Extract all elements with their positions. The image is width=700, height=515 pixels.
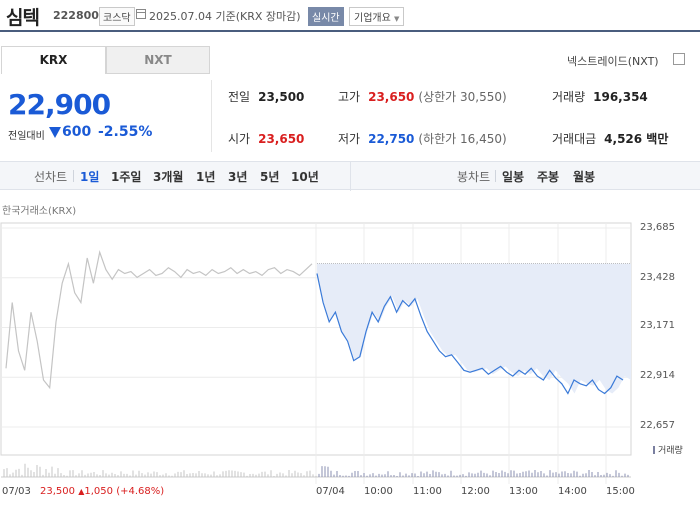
period-1y[interactable]: 1년	[196, 168, 215, 185]
change-value: 600	[62, 124, 92, 140]
prev-day-rate: (+4.68%)	[116, 486, 165, 497]
x-tick-label: 12:00	[461, 486, 490, 497]
prev-day-summary: 07/03 23,500 ▲1,050 (+4.68%)	[2, 486, 164, 497]
stock-name: 심텍	[6, 7, 40, 29]
period-1d[interactable]: 1일	[80, 168, 99, 185]
period-10y[interactable]: 10년	[291, 168, 319, 185]
stat-volume-label: 거래량	[552, 90, 586, 104]
y-tick-label: 22,657	[640, 420, 675, 431]
prev-day-change: 1,050	[84, 486, 113, 497]
stat-high: 고가 23,650 (상한가 30,550)	[338, 88, 507, 105]
x-tick-label: 07/04	[316, 486, 345, 497]
x-tick-label: 11:00	[413, 486, 442, 497]
prev-day-date: 07/03	[2, 486, 31, 497]
nextrade-checkbox[interactable]	[673, 53, 685, 65]
chevron-down-icon: ▼	[394, 15, 400, 23]
stock-header: 심텍 222800 코스닥 2025.07.04 기준(KRX 장마감) 실시간…	[0, 0, 700, 32]
company-info-dropdown[interactable]: 기업개요 ▼	[349, 7, 405, 26]
divider	[211, 80, 212, 152]
stat-low-label: 저가	[338, 132, 361, 146]
stat-upper-limit: (상한가 30,550)	[418, 90, 507, 104]
stat-open: 시가 23,650	[228, 130, 304, 147]
x-tick-label: 10:00	[364, 486, 393, 497]
tab-nxt[interactable]: NXT	[106, 46, 210, 74]
y-tick-label: 22,914	[640, 370, 675, 381]
period-toolbar: 선차트 1일 1주일 3개월 1년 3년 5년 10년 봉차트 일봉 주봉 월봉	[0, 161, 700, 191]
stat-high-value: 23,650	[368, 90, 415, 104]
stat-prev: 전일 23,500	[228, 88, 304, 105]
calendar-icon	[136, 9, 146, 19]
x-tick-label: 15:00	[606, 486, 635, 497]
separator	[73, 170, 74, 182]
y-tick-label: 23,171	[640, 320, 675, 331]
period-3m[interactable]: 3개월	[153, 168, 183, 185]
candle-weekly[interactable]: 주봉	[537, 168, 559, 185]
candle-monthly[interactable]: 월봉	[573, 168, 595, 185]
candle-chart-label[interactable]: 봉차트	[457, 168, 490, 185]
candle-daily[interactable]: 일봉	[502, 168, 524, 185]
chart-source: 한국거래소(KRX)	[2, 206, 77, 217]
stat-prev-label: 전일	[228, 90, 251, 104]
stock-code: 222800	[53, 9, 99, 22]
down-arrow-icon	[49, 127, 61, 138]
tab-krx[interactable]: KRX	[1, 46, 106, 74]
company-info-label: 기업개요	[354, 13, 391, 24]
base-date: 2025.07.04 기준(KRX 장마감)	[149, 10, 301, 23]
period-1w[interactable]: 1주일	[111, 168, 141, 185]
line-chart-label[interactable]: 선차트	[34, 168, 67, 185]
toolbar-divider	[350, 162, 351, 191]
volume-legend: 거래량	[653, 443, 683, 456]
stat-low-value: 22,750	[368, 132, 415, 146]
stat-open-value: 23,650	[258, 132, 305, 146]
period-5y[interactable]: 5년	[260, 168, 279, 185]
stat-high-label: 고가	[338, 90, 361, 104]
y-tick-label: 23,428	[640, 272, 675, 283]
separator	[495, 170, 496, 182]
stat-value: 거래대금 4,526 백만	[552, 130, 668, 147]
current-price: 22,900	[8, 88, 111, 121]
stat-low: 저가 22,750 (하한가 16,450)	[338, 130, 507, 147]
series-prev-day	[5, 249, 313, 390]
price-chart	[0, 222, 632, 484]
stat-volume-value: 196,354	[593, 90, 648, 104]
stat-prev-value: 23,500	[258, 90, 305, 104]
change-label: 전일대비	[8, 131, 45, 142]
realtime-button[interactable]: 실시간	[308, 7, 344, 26]
nextrade-label: 넥스트레이드(NXT)	[567, 55, 659, 68]
x-tick-label: 14:00	[558, 486, 587, 497]
stat-value-amount: 4,526 백만	[604, 132, 669, 146]
prev-day-close: 23,500	[40, 486, 76, 497]
stat-volume: 거래량 196,354	[552, 88, 648, 105]
stat-open-label: 시가	[228, 132, 251, 146]
y-tick-label: 23,685	[640, 222, 675, 233]
period-3y[interactable]: 3년	[228, 168, 247, 185]
stat-lower-limit: (하한가 16,450)	[418, 132, 507, 146]
change-rate: -2.55%	[98, 124, 153, 140]
stat-value-label: 거래대금	[552, 132, 597, 146]
x-tick-label: 13:00	[509, 486, 538, 497]
market-badge: 코스닥	[99, 7, 135, 26]
